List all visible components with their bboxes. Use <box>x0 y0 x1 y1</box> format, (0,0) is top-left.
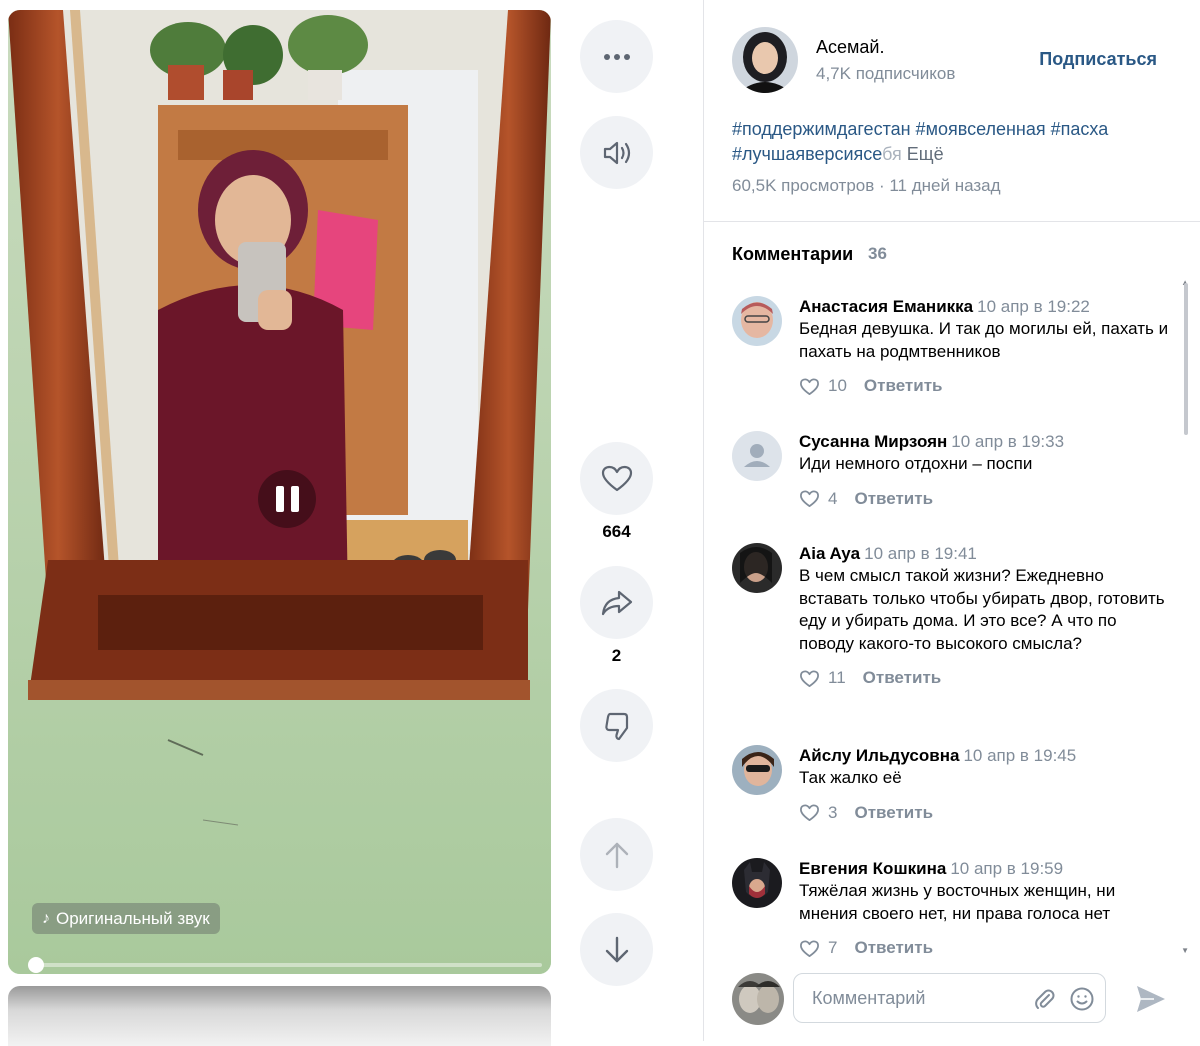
comment-date[interactable]: 10 апр в 19:59 <box>950 859 1063 878</box>
comment-like-button[interactable]: 4 <box>799 488 837 509</box>
comment-like-count: 4 <box>828 488 838 508</box>
reply-button[interactable]: Ответить <box>854 803 933 823</box>
comments-title: Комментарии <box>732 244 854 264</box>
reply-button[interactable]: Ответить <box>854 489 933 509</box>
comment-like-count: 11 <box>828 668 846 687</box>
comment-date[interactable]: 10 апр в 19:45 <box>963 746 1076 765</box>
hashtags-line-1[interactable]: #поддержимдагестан #моявселенная #пасха <box>732 117 1172 142</box>
emoji-smile-icon[interactable] <box>1069 986 1095 1012</box>
speaker-icon <box>603 141 630 164</box>
comment-like-button[interactable]: 3 <box>799 802 837 823</box>
comment-like-button[interactable]: 10 <box>799 376 847 397</box>
reply-button[interactable]: Ответить <box>863 668 942 688</box>
music-note-icon: ♪ <box>42 910 50 927</box>
reply-button[interactable]: Ответить <box>864 376 943 396</box>
author-avatar[interactable] <box>732 27 798 93</box>
progress-knob[interactable] <box>28 957 44 973</box>
video-player[interactable]: ♪ Оригинальный звук <box>8 10 551 974</box>
paperclip-icon[interactable] <box>1031 986 1057 1012</box>
share-button[interactable] <box>580 566 653 639</box>
comment-date[interactable]: 10 апр в 19:22 <box>977 297 1090 316</box>
video-meta: 60,5K просмотров · 11 дней назад <box>732 176 1001 195</box>
commenter-photo <box>732 745 782 795</box>
send-icon[interactable] <box>1134 983 1168 1015</box>
comment-avatar[interactable] <box>732 543 782 593</box>
comment-text: В чем смысл такой жизни? Ежедневно встав… <box>799 566 1165 653</box>
comment-text: Бедная девушка. И так до могилы ей, паха… <box>799 319 1169 361</box>
shares-count: 2 <box>611 646 622 665</box>
comment-date[interactable]: 10 апр в 19:41 <box>864 544 977 563</box>
likes-count: 664 <box>602 522 631 541</box>
share-arrow-icon <box>601 590 632 615</box>
commenter-photo <box>732 296 782 346</box>
heart-icon <box>800 804 819 821</box>
scroll-down-arrow-icon[interactable]: ▼ <box>1181 946 1189 955</box>
comment-avatar[interactable] <box>732 296 782 346</box>
author-photo <box>732 27 798 93</box>
comments-count: 36 <box>868 244 887 263</box>
commenter-photo <box>732 543 782 593</box>
comment-field[interactable] <box>793 973 1106 1023</box>
previous-video-button[interactable] <box>580 818 653 891</box>
comment-like-count: 10 <box>828 376 847 395</box>
show-more-link[interactable]: Ещё <box>907 144 944 164</box>
comment-author[interactable]: Евгения Кошкина <box>799 859 946 878</box>
heart-icon <box>800 490 819 507</box>
comment-author[interactable]: Сусанна Мирзоян <box>799 432 947 451</box>
comments-scrollbar[interactable] <box>1184 283 1188 435</box>
thumbs-down-icon <box>604 712 628 740</box>
comment-date[interactable]: 10 апр в 19:33 <box>951 432 1064 451</box>
video-description: #поддержимдагестан #моявселенная #пасха … <box>732 117 1172 167</box>
next-video-preview[interactable] <box>8 986 551 1046</box>
comment-author[interactable]: Айслу Ильдусовна <box>799 746 959 765</box>
heart-icon <box>800 377 819 395</box>
comment-avatar[interactable] <box>732 431 782 481</box>
comment-like-count: 7 <box>828 938 838 957</box>
comment-like-button[interactable]: 11 <box>799 668 846 689</box>
author-subscribers: 4,7K подписчиков <box>816 64 956 83</box>
sound-label: Оригинальный звук <box>56 909 210 928</box>
comment-text: Иди немного отдохни – поспи <box>799 454 1033 473</box>
hashtags-faded: бя <box>882 144 902 164</box>
default-user-icon <box>732 431 782 481</box>
author-name[interactable]: Асемай. <box>816 37 884 58</box>
hashtags-line-2[interactable]: #лучшаяверсиясе <box>732 144 882 164</box>
comment-author[interactable]: Анастасия Еманикка <box>799 297 973 316</box>
comment-like-count: 3 <box>828 802 838 822</box>
comment-text: Тяжёлая жизнь у восточных женщин, ни мне… <box>799 881 1116 923</box>
heart-icon <box>800 939 819 957</box>
commenter-photo <box>732 858 782 908</box>
comment-avatar[interactable] <box>732 858 782 908</box>
subscribe-button[interactable]: Подписаться <box>1039 49 1157 70</box>
like-button[interactable] <box>580 442 653 515</box>
heart-icon <box>601 465 632 491</box>
pause-bar-right <box>290 486 299 512</box>
original-sound-chip[interactable]: ♪ Оригинальный звук <box>32 903 220 934</box>
video-progress-bar[interactable] <box>28 957 542 973</box>
next-video-button[interactable] <box>580 913 653 986</box>
current-user-photo <box>732 973 784 1025</box>
heart-icon <box>800 669 819 687</box>
comment-avatar[interactable] <box>732 745 782 795</box>
dislike-button[interactable] <box>580 689 653 762</box>
comment-text: Так жалко её <box>799 768 902 787</box>
more-dots-icon <box>603 53 630 60</box>
arrow-down-icon <box>605 936 628 962</box>
pause-button[interactable] <box>258 470 316 528</box>
divider <box>704 221 1200 222</box>
reply-button[interactable]: Ответить <box>854 938 933 958</box>
comment-like-button[interactable]: 7 <box>799 938 837 959</box>
volume-button[interactable] <box>580 116 653 189</box>
comment-input[interactable] <box>810 986 1024 1010</box>
pause-bar-left <box>275 486 284 512</box>
info-panel: Асемай. 4,7K подписчиков Подписаться #по… <box>703 0 1200 1041</box>
comment-author[interactable]: Aia Aya <box>799 544 860 563</box>
arrow-up-icon <box>605 842 628 868</box>
current-user-avatar[interactable] <box>732 973 784 1025</box>
more-options-button[interactable] <box>580 20 653 93</box>
